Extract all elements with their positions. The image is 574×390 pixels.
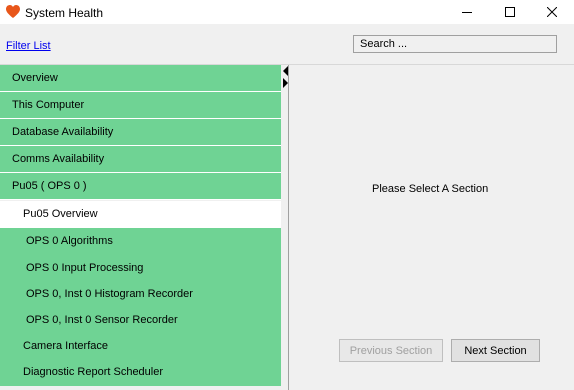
title-bar: System Health xyxy=(0,0,574,24)
sidebar-item-ops0-input-processing[interactable]: OPS 0 Input Processing xyxy=(0,255,281,282)
sidebar-item-pu05-overview[interactable]: Pu05 Overview xyxy=(0,201,281,228)
select-section-message: Please Select A Section xyxy=(372,183,489,195)
close-icon xyxy=(547,7,557,17)
sidebar-item-label: OPS 0, Inst 0 Histogram Recorder xyxy=(26,288,193,300)
sidebar-item-label: Overview xyxy=(12,72,58,84)
sidebar-item-comms-availability[interactable]: Comms Availability xyxy=(0,146,281,173)
sidebar-item-label: Diagnostic Report Scheduler xyxy=(23,366,164,378)
sidebar-item-label: Pu05 ( OPS 0 ) xyxy=(12,180,87,192)
minimize-icon xyxy=(462,12,472,13)
maximize-button[interactable] xyxy=(487,0,533,24)
maximize-icon xyxy=(505,7,515,17)
sidebar-item-label: Pu05 Overview xyxy=(23,208,98,220)
sidebar-item-label: This Computer xyxy=(12,99,85,111)
sidebar-item-label: Database Availability xyxy=(12,126,114,138)
sidebar-item-ops0-histogram-recorder[interactable]: OPS 0, Inst 0 Histogram Recorder xyxy=(0,281,281,308)
next-section-button[interactable]: Next Section xyxy=(451,339,540,362)
sidebar-item-overview[interactable]: Overview xyxy=(0,65,281,92)
sidebar-item-ops0-algorithms[interactable]: OPS 0 Algorithms xyxy=(0,228,281,255)
sidebar-item-label: OPS 0 Algorithms xyxy=(26,235,113,247)
close-button[interactable] xyxy=(529,0,574,24)
sidebar-item-camera-interface[interactable]: Camera Interface xyxy=(0,333,281,360)
splitter-handle[interactable] xyxy=(281,65,288,390)
filter-list-link[interactable]: Filter List xyxy=(6,40,51,52)
sidebar-item-label: OPS 0, Inst 0 Sensor Recorder xyxy=(26,314,178,326)
search-input[interactable] xyxy=(353,35,557,53)
sidebar: Overview This Computer Database Availabi… xyxy=(0,65,281,390)
heart-icon xyxy=(6,5,20,18)
sidebar-item-label: Comms Availability xyxy=(12,153,105,165)
window-title: System Health xyxy=(25,6,104,20)
sidebar-item-label: OPS 0 Input Processing xyxy=(26,262,144,274)
sidebar-item-pu05[interactable]: Pu05 ( OPS 0 ) xyxy=(0,173,281,200)
sidebar-item-ops0-sensor-recorder[interactable]: OPS 0, Inst 0 Sensor Recorder xyxy=(0,307,281,334)
minimize-button[interactable] xyxy=(444,0,490,24)
sidebar-item-label: Camera Interface xyxy=(23,340,108,352)
sidebar-item-this-computer[interactable]: This Computer xyxy=(0,92,281,119)
previous-section-button[interactable]: Previous Section xyxy=(339,339,443,362)
sidebar-item-database-availability[interactable]: Database Availability xyxy=(0,119,281,146)
sidebar-item-diagnostic-report-scheduler[interactable]: Diagnostic Report Scheduler xyxy=(0,359,281,386)
